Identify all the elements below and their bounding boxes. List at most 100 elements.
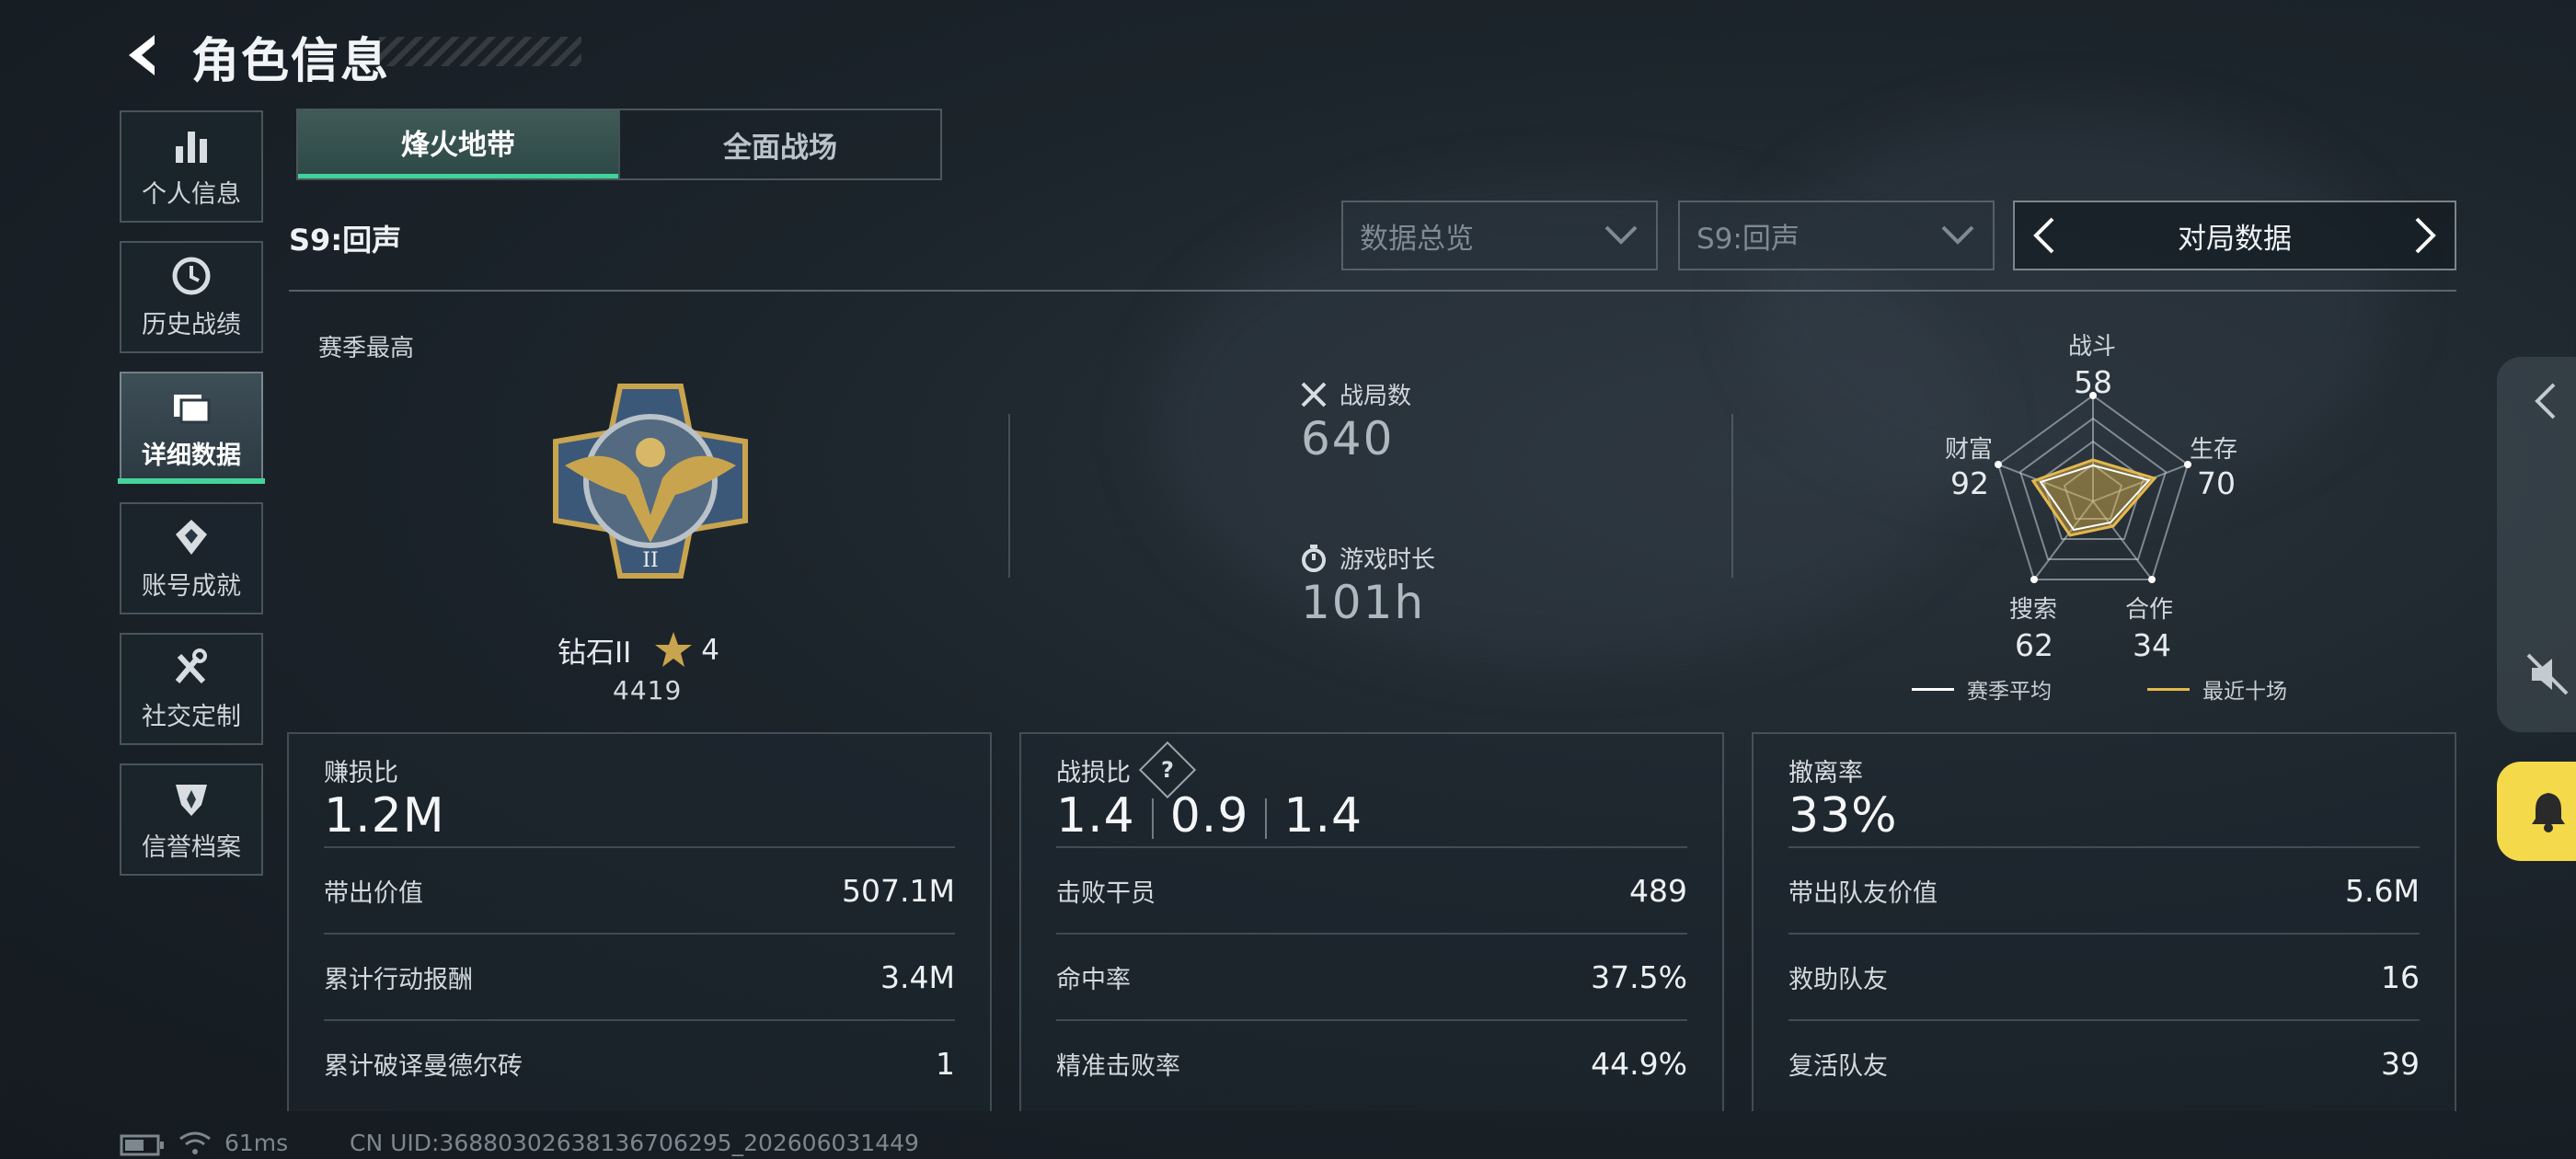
title-decoration (379, 37, 581, 66)
sidebar-item-label: 账号成就 (142, 571, 241, 601)
stat-value: 39 (2381, 1045, 2420, 1082)
divider-vertical (1008, 414, 1010, 578)
season-label: S9:回声 (289, 223, 402, 258)
pager-label: 对局数据 (2178, 222, 2292, 256)
divider-vertical (1731, 414, 1733, 578)
panel-label: 赚损比 (324, 758, 398, 787)
data-type-pager: 对局数据 (2013, 201, 2456, 270)
dropdown-value: S9:回声 (1696, 222, 1800, 256)
ability-radar-chart (1995, 392, 2191, 583)
legend-recent-label: 最近十场 (2202, 680, 2287, 704)
matches-label: 战局数 (1340, 383, 1412, 410)
collapse-chevron-left-icon[interactable] (2532, 381, 2559, 421)
rank-score: 4419 (613, 675, 683, 706)
radar-axis-value: 34 (2133, 627, 2171, 663)
tab-full-battlefield[interactable]: 全面战场 (618, 110, 940, 178)
stopwatch-icon (1302, 544, 1326, 572)
radar-axis-label: 财富 (1945, 436, 1994, 464)
battery-icon (120, 1134, 164, 1156)
floating-side-panel (2497, 357, 2576, 732)
stat-value: 3.4M (880, 958, 955, 995)
stat-row: 累计破译曼德尔砖 1 (324, 1019, 955, 1106)
panel-label-row: 战损比 ? (1056, 740, 1687, 799)
pager-prev-button[interactable] (2024, 208, 2064, 263)
data-overview-dropdown[interactable]: 数据总览 (1341, 201, 1658, 270)
divider (289, 290, 2456, 292)
chevron-down-icon (1604, 225, 1638, 245)
legend-swatch-recent (2147, 687, 2190, 691)
rank-name: 钻石II (558, 637, 632, 670)
dropdown-value: 数据总览 (1360, 222, 1474, 256)
sidebar-item-detailed-data[interactable]: 详细数据 (120, 372, 263, 484)
radar-legend: 赛季平均 最近十场 (1912, 673, 2287, 705)
stat-value: 5.6M (2345, 872, 2420, 909)
panel-label: 撤离率 (1788, 758, 1863, 787)
bell-icon (2532, 793, 2565, 832)
radar-axis-value: 62 (2015, 627, 2053, 663)
divider (1151, 798, 1154, 839)
sidebar-item-profile[interactable]: 个人信息 (120, 110, 263, 223)
rank-row: 钻石II 4 (558, 629, 719, 671)
stat-label: 累计破译曼德尔砖 (324, 1051, 523, 1081)
stat-row: 累计行动报酬 3.4M (324, 933, 955, 1019)
stat-label: 累计行动报酬 (324, 965, 473, 994)
uid-text: CN UID:368803026381367062​95_20260603144… (350, 1130, 919, 1156)
extract-panel: 撤离率 33% 带出队友价值 5.6M 救助队友 16 复活队友 39 (1752, 732, 2456, 1111)
stat-value: 37.5% (1591, 958, 1687, 995)
tools-icon (175, 648, 207, 683)
radar-axis-label: 战斗 (2068, 333, 2117, 361)
playtime-label-row: 游戏时长 (1299, 541, 1435, 575)
tab-hazard-zone[interactable]: 烽火地带 (298, 110, 618, 178)
stat-label: 复活队友 (1788, 1051, 1888, 1081)
sidebar-item-label: 历史战绩 (142, 310, 241, 339)
stat-row: 带出价值 507.1M (324, 846, 955, 933)
divider (1265, 798, 1268, 839)
crossed-swords-icon (1301, 382, 1327, 407)
stat-value: 16 (2381, 958, 2420, 995)
sidebar-item-label: 个人信息 (142, 179, 241, 209)
panel-value: 1.2M (324, 788, 445, 843)
season-best-label: 赛季最高 (318, 335, 415, 362)
radar-axis-value: 92 (1950, 465, 1989, 501)
sidebar-item-label: 信誉档案 (142, 832, 241, 862)
stat-label: 带出队友价值 (1788, 878, 1938, 908)
mute-icon[interactable] (2524, 651, 2570, 697)
radar-axis-label: 合作 (2125, 596, 2174, 624)
pager-next-button[interactable] (2405, 208, 2445, 263)
sidebar-item-achievements[interactable]: 账号成就 (120, 502, 263, 614)
matches-value: 640 (1301, 412, 1395, 465)
season-dropdown[interactable]: S9:回声 (1678, 201, 1995, 270)
ping-text: 61ms (224, 1130, 289, 1156)
chevron-left-icon (2033, 217, 2054, 254)
rank-stars: 4 (701, 633, 720, 667)
panel-label: 战损比 (1056, 758, 1131, 787)
notification-bell-button[interactable] (2497, 762, 2576, 861)
sidebar-item-social[interactable]: 社交定制 (120, 633, 263, 745)
svg-text:II: II (642, 549, 658, 572)
radar-axis-label: 搜索 (2009, 596, 2058, 624)
page-title: 角色信息 (191, 34, 391, 89)
stat-row: 精准击败率 44.9% (1056, 1019, 1687, 1106)
radar-axis-value: 70 (2197, 465, 2236, 501)
sidebar-item-history[interactable]: 历史战绩 (120, 241, 263, 353)
kd-value: 1.4 (1056, 788, 1135, 843)
wifi-icon (179, 1131, 211, 1154)
legend-season-label: 赛季平均 (1967, 680, 2052, 704)
back-arrow-icon[interactable] (118, 29, 169, 81)
kd-value: 1.4 (1283, 788, 1363, 843)
stat-label: 带出价值 (324, 878, 423, 908)
matches-label-row: 战局数 (1299, 377, 1411, 411)
stat-row: 救助队友 16 (1788, 933, 2420, 1019)
achievement-badge-icon (176, 519, 207, 555)
stat-value: 489 (1629, 872, 1687, 909)
stat-label: 命中率 (1056, 965, 1131, 994)
stat-value: 44.9% (1591, 1045, 1687, 1082)
sidebar-item-reputation[interactable]: 信誉档案 (120, 763, 263, 876)
kd-values: 1.4 0.9 1.4 (1056, 786, 1687, 846)
stat-row: 带出队友价值 5.6M (1788, 846, 2420, 933)
stat-row: 击败干员 489 (1056, 846, 1687, 933)
legend-swatch-season (1912, 687, 1954, 691)
stat-label: 击败干员 (1056, 878, 1156, 908)
stat-row: 命中率 37.5% (1056, 933, 1687, 1019)
shield-icon (176, 784, 207, 816)
